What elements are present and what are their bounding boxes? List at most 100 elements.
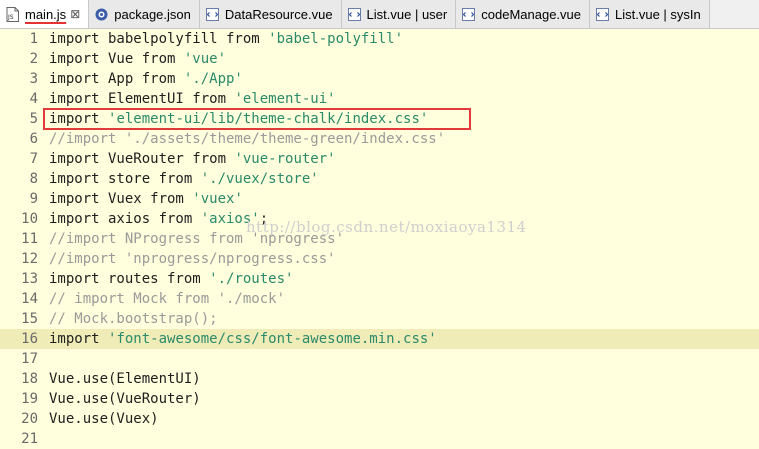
code-token: import VueRouter from — [49, 151, 235, 167]
tab-label: main.js — [25, 6, 67, 22]
code-text: Vue.use(VueRouter) — [49, 389, 201, 409]
code-token: import Vuex from — [49, 191, 193, 207]
code-text: Vue.use(ElementUI) — [49, 369, 201, 389]
svg-text:JS: JS — [7, 14, 14, 21]
code-line[interactable]: 14 // import Mock from './mock' — [0, 289, 759, 309]
code-token: import Vue from — [49, 51, 184, 67]
code-token: Vue.use(Vuex) — [49, 411, 159, 427]
tab-label: package.json — [114, 6, 191, 22]
code-token: import axios from — [49, 211, 201, 227]
code-text: import App from './App' — [49, 69, 243, 89]
json-file-icon — [95, 8, 108, 20]
string-token: 'font-awesome/css/font-awesome.min.css' — [108, 331, 437, 347]
code-line[interactable]: 8 import store from './vuex/store' — [0, 169, 759, 189]
line-number: 15 — [21, 311, 38, 327]
code-token: Vue.use(VueRouter) — [49, 391, 201, 407]
tab-label: List.vue | user — [366, 6, 448, 22]
tab-label: DataResource.vue — [224, 6, 333, 22]
code-token: import — [49, 331, 109, 347]
code-token: import ElementUI from — [49, 91, 235, 107]
code-text: import store from './vuex/store' — [49, 169, 319, 189]
code-line[interactable]: 6 //import './assets/theme/theme-green/in… — [0, 129, 759, 149]
string-token: './routes' — [209, 271, 294, 287]
vue-file-icon — [596, 7, 609, 21]
code-line[interactable]: 19 Vue.use(VueRouter) — [0, 389, 759, 409]
line-number: 5 — [29, 111, 38, 127]
code-text: import Vuex from 'vuex' — [49, 189, 243, 209]
line-number: 2 — [29, 51, 38, 67]
vue-file-icon — [347, 7, 361, 21]
code-line[interactable]: 1 import babelpolyfill from 'babel-polyfi… — [0, 29, 759, 49]
code-text: //import 'nprogress/nprogress.css' — [49, 249, 336, 269]
tab-main-js[interactable]: JS main.js ⊠ — [0, 0, 90, 28]
comment-token: // Mock.bootstrap(); — [49, 311, 218, 327]
line-number: 8 — [29, 171, 38, 187]
code-line[interactable]: 7 import VueRouter from 'vue-router' — [0, 149, 759, 169]
line-number: 17 — [21, 351, 38, 367]
js-file-icon: JS — [6, 6, 19, 22]
tab-label: List.vue | sysIn — [615, 6, 701, 22]
code-text: import Vue from 'vue' — [49, 49, 226, 69]
code-text: // import Mock from './mock' — [49, 289, 285, 309]
code-text: import axios from 'axios'; — [49, 209, 268, 229]
line-number: 6 — [29, 131, 38, 147]
code-line[interactable]: 16 import 'font-awesome/css/font-awesome.… — [0, 329, 759, 349]
code-text: Vue.use(Vuex) — [49, 409, 159, 429]
code-token: import store from — [49, 171, 201, 187]
code-line[interactable]: 20 Vue.use(Vuex) — [0, 409, 759, 429]
tab-list-vue-sysin[interactable]: List.vue | sysIn — [590, 0, 710, 28]
line-number: 16 — [21, 331, 38, 347]
string-token: './App' — [183, 71, 243, 87]
code-line[interactable]: 18 Vue.use(ElementUI) — [0, 369, 759, 389]
line-number: 18 — [21, 371, 38, 387]
line-number: 14 — [21, 291, 38, 307]
code-editor[interactable]: 21 20 Vue.use(Vuex) 19 Vue.use(VueRouter) 18 V… — [0, 29, 759, 447]
string-token: 'babel-polyfill' — [268, 31, 404, 47]
code-text: //import './assets/theme/theme-green/ind… — [49, 129, 445, 149]
line-number: 7 — [29, 151, 38, 167]
vue-file-icon — [205, 7, 219, 21]
tab-list-vue-user[interactable]: List.vue | user — [341, 0, 457, 28]
code-text: import ElementUI from 'element-ui' — [49, 89, 336, 109]
code-line[interactable]: 13 import routes from './routes' — [0, 269, 759, 289]
comment-token: // import Mock from './mock' — [49, 291, 286, 307]
line-number: 13 — [21, 271, 38, 287]
string-token: 'vue-router' — [234, 151, 336, 167]
code-line[interactable]: 17 — [0, 349, 759, 369]
line-number: 12 — [21, 251, 38, 267]
tab-codemanage-vue[interactable]: codeManage.vue — [456, 0, 590, 28]
line-number: 4 — [29, 91, 38, 107]
string-token: 'vuex' — [192, 191, 243, 207]
line-number: 20 — [21, 411, 38, 427]
watermark: http://blog.csdn.net/moxiaoya1314 — [246, 218, 527, 236]
line-number: 19 — [21, 391, 38, 407]
tab-label: codeManage.vue — [481, 6, 581, 22]
line-number: 11 — [21, 231, 38, 247]
code-token: Vue.use(ElementUI) — [49, 371, 201, 387]
comment-token: //import './assets/theme/theme-green/ind… — [49, 131, 446, 147]
highlight-box — [43, 108, 471, 130]
line-number: 10 — [21, 211, 38, 227]
string-token: 'element-ui' — [234, 91, 336, 107]
code-line[interactable]: 21 — [0, 429, 759, 449]
line-number: 9 — [29, 191, 38, 207]
editor-tab-bar: JS main.js ⊠ package.json DataResource.v… — [0, 0, 759, 29]
code-text: import 'font-awesome/css/font-awesome.mi… — [49, 329, 437, 349]
close-icon[interactable]: ⊠ — [70, 7, 80, 21]
code-line[interactable]: 4 import ElementUI from 'element-ui' — [0, 89, 759, 109]
code-text: import VueRouter from 'vue-router' — [49, 149, 336, 169]
tab-dataresource-vue[interactable]: DataResource.vue — [199, 0, 342, 28]
code-line[interactable]: 9 import Vuex from 'vuex' — [0, 189, 759, 209]
code-token: import App from — [49, 71, 184, 87]
line-number: 21 — [21, 431, 38, 447]
code-text: // Mock.bootstrap(); — [49, 309, 218, 329]
code-line[interactable]: 2 import Vue from 'vue' — [0, 49, 759, 69]
code-token: import babelpolyfill from — [49, 31, 269, 47]
code-text: import routes from './routes' — [49, 269, 293, 289]
vue-file-icon — [462, 7, 476, 21]
tab-package-json[interactable]: package.json — [89, 0, 200, 28]
code-line[interactable]: 12 //import 'nprogress/nprogress.css' — [0, 249, 759, 269]
string-token: 'vue' — [183, 51, 227, 67]
code-line[interactable]: 3 import App from './App' — [0, 69, 759, 89]
code-line[interactable]: 15 // Mock.bootstrap(); — [0, 309, 759, 329]
